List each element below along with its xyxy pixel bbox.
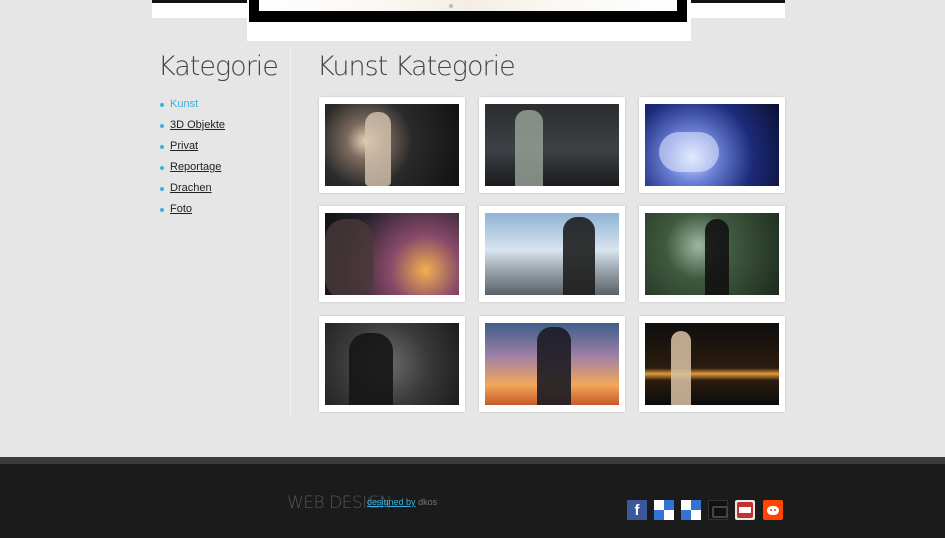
category-link-kunst[interactable]: Kunst [170,98,198,110]
page-title: Kunst Kategorie [317,51,516,82]
bullet-icon [160,103,164,107]
gallery-thumbnail-4[interactable] [319,206,465,302]
delicious-icon[interactable] [654,500,674,520]
reddit-icon[interactable] [763,500,783,520]
youtube-icon[interactable] [735,500,755,520]
category-link-reportage[interactable]: Reportage [170,161,221,173]
gallery-photo [325,323,459,405]
credit-author: dkos [418,497,438,507]
gallery-thumbnail-1[interactable] [319,97,465,193]
gallery-photo [325,104,459,186]
gallery-thumbnail-7[interactable] [319,316,465,412]
gallery-thumbnail-5[interactable] [479,206,625,302]
category-item-foto: Foto [158,199,288,220]
gallery-thumbnail-2[interactable] [479,97,625,193]
footer-divider [0,457,945,464]
gallery-thumbnail-9[interactable] [639,316,785,412]
category-item-drachen: Drachen [158,178,288,199]
category-sidebar: Kategorie Kunst 3D Objekte Privat Report… [158,50,288,220]
sidebar-divider [290,48,291,416]
footer-credit: designed by dkos [367,497,437,507]
bullet-icon [160,145,164,149]
gallery-photo [645,323,779,405]
gallery-photo [485,323,619,405]
category-item-3d-objekte: 3D Objekte [158,115,288,136]
gallery-photo [485,104,619,186]
category-item-kunst: Kunst [158,94,288,115]
gallery-thumbnail-8[interactable] [479,316,625,412]
digg-icon[interactable] [708,500,728,520]
gallery-photo [485,213,619,295]
facebook-icon[interactable]: f [627,500,647,520]
bullet-icon [160,124,164,128]
gallery-thumbnail-6[interactable] [639,206,785,302]
gallery-photo [325,213,459,295]
category-link-foto[interactable]: Foto [170,203,192,215]
gallery-photo [645,213,779,295]
category-list: Kunst 3D Objekte Privat Reportage Drache… [158,94,288,220]
category-link-privat[interactable]: Privat [170,140,198,152]
category-link-3d-objekte[interactable]: 3D Objekte [170,119,225,131]
gallery-photo [645,104,779,186]
category-item-reportage: Reportage [158,157,288,178]
gallery-thumbnail-3[interactable] [639,97,785,193]
category-link-drachen[interactable]: Drachen [170,182,212,194]
header-slideshow-frame [247,0,691,41]
sidebar-title: Kategorie [158,51,279,82]
bullet-icon [160,166,164,170]
bullet-icon [160,208,164,212]
footer: WEB DESIGN designed by dkos f [0,464,945,538]
designed-by-link[interactable]: designed by [367,497,416,507]
delicious-icon[interactable] [681,500,701,520]
bullet-icon [160,187,164,191]
category-item-privat: Privat [158,136,288,157]
